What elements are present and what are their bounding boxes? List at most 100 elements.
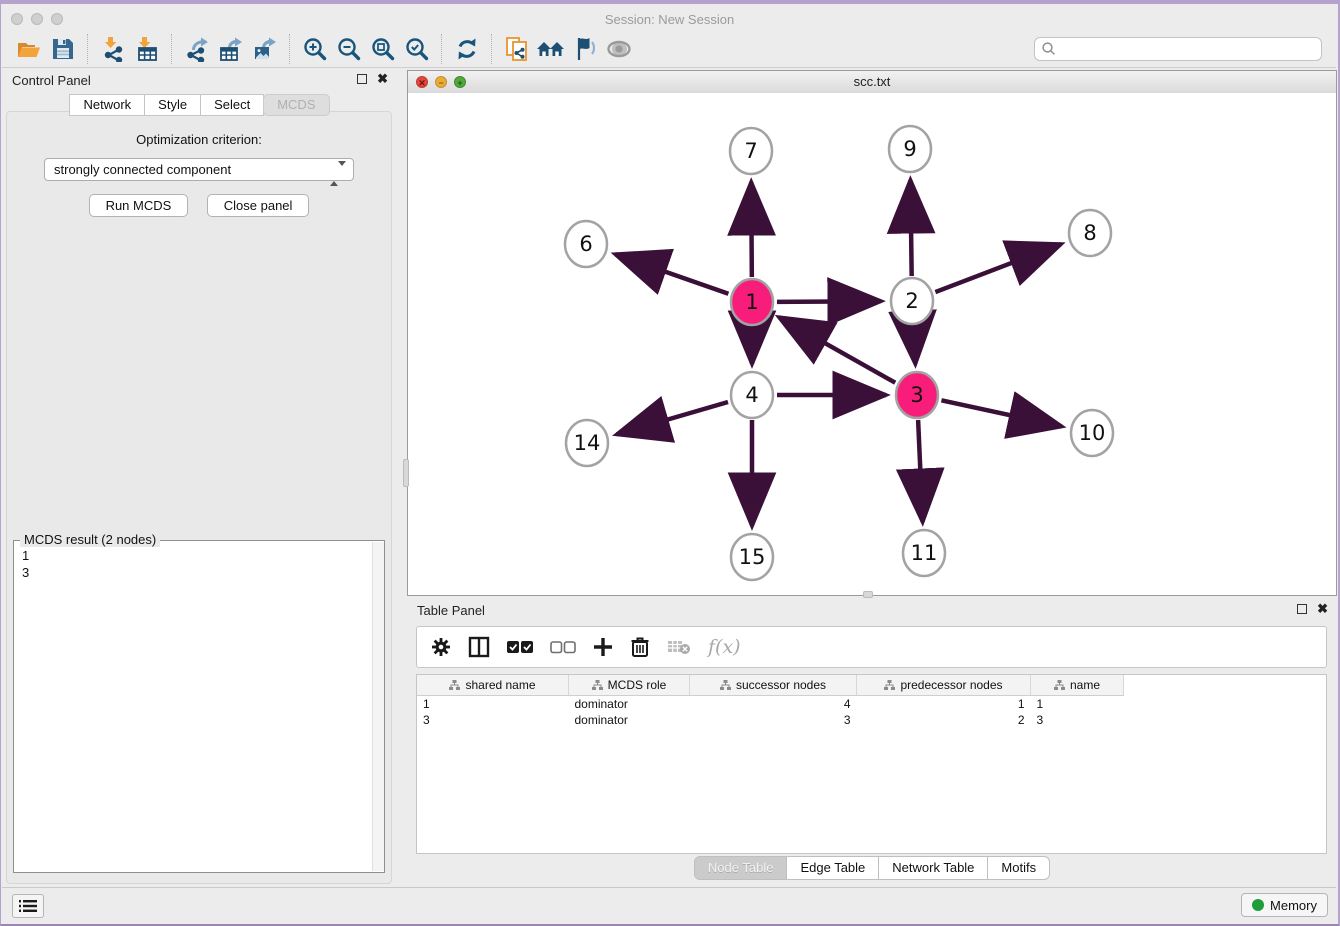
- node-3[interactable]: 3: [896, 372, 938, 418]
- result-scrollbar[interactable]: [372, 542, 384, 871]
- export-image-icon[interactable]: [248, 34, 282, 64]
- cell[interactable]: 1: [1031, 696, 1124, 713]
- node-10[interactable]: 10: [1071, 410, 1113, 456]
- memory-button[interactable]: Memory: [1241, 893, 1328, 917]
- select-all-checkboxes-icon[interactable]: [507, 640, 533, 654]
- edge-2-3[interactable]: [913, 326, 915, 364]
- edge-1-6[interactable]: [615, 254, 728, 294]
- edge-2-8[interactable]: [935, 244, 1061, 292]
- optimization-criterion-label: Optimization criterion:: [7, 132, 391, 147]
- column-header-successor-nodes[interactable]: successor nodes: [690, 675, 857, 696]
- add-row-icon[interactable]: [593, 637, 613, 657]
- tab-mcds[interactable]: MCDS: [263, 94, 329, 116]
- save-session-icon[interactable]: [46, 34, 80, 64]
- edge-3-1[interactable]: [779, 317, 895, 383]
- optimization-criterion-value: strongly connected component: [54, 162, 231, 177]
- column-header-MCDS-role[interactable]: MCDS role: [569, 675, 690, 696]
- cell[interactable]: 2: [857, 712, 1031, 728]
- tab-edge-table[interactable]: Edge Table: [786, 856, 879, 880]
- deselect-all-checkboxes-icon[interactable]: [550, 640, 576, 654]
- edge-4-14[interactable]: [617, 402, 728, 434]
- mcds-result-list[interactable]: 13: [14, 541, 384, 587]
- export-network-icon[interactable]: [180, 34, 214, 64]
- network-graph[interactable]: 7 9 6 8 1 2 4 3 14 10 15 11: [408, 93, 1336, 596]
- cell[interactable]: 3: [1031, 712, 1124, 728]
- svg-text:1: 1: [745, 290, 758, 314]
- close-panel-button[interactable]: Close panel: [207, 194, 310, 217]
- svg-text:6: 6: [579, 232, 592, 256]
- delete-row-icon[interactable]: [630, 636, 650, 658]
- cell[interactable]: dominator: [569, 696, 690, 713]
- cell[interactable]: 3: [417, 712, 569, 728]
- edge-3-11[interactable]: [918, 420, 923, 522]
- svg-text:3: 3: [910, 383, 923, 407]
- cell[interactable]: 1: [857, 696, 1031, 713]
- cell[interactable]: dominator: [569, 712, 690, 728]
- show-all-icon[interactable]: [602, 34, 636, 64]
- edge-1-2[interactable]: [777, 301, 881, 302]
- first-neighbors-icon[interactable]: [534, 34, 568, 64]
- column-header-shared-name[interactable]: shared name: [417, 675, 569, 696]
- table-row[interactable]: 3dominator323: [417, 712, 1124, 728]
- show-columns-icon[interactable]: [468, 636, 490, 658]
- open-session-icon[interactable]: [12, 34, 46, 64]
- tab-network-table[interactable]: Network Table: [878, 856, 988, 880]
- close-table-panel-icon[interactable]: ✖: [1317, 604, 1328, 614]
- import-table-icon[interactable]: [130, 34, 164, 64]
- node-2[interactable]: 2: [891, 278, 933, 324]
- zoom-out-icon[interactable]: [332, 34, 366, 64]
- delete-table-icon[interactable]: [667, 639, 691, 655]
- import-network-icon[interactable]: [96, 34, 130, 64]
- float-table-panel-icon[interactable]: [1297, 604, 1307, 614]
- run-mcds-button[interactable]: Run MCDS: [89, 194, 189, 217]
- table-row[interactable]: 1dominator411: [417, 696, 1124, 713]
- tab-motifs[interactable]: Motifs: [987, 856, 1050, 880]
- node-8[interactable]: 8: [1069, 210, 1111, 256]
- function-builder-icon[interactable]: f(x): [708, 636, 741, 658]
- horizontal-splitter-grip[interactable]: [863, 591, 873, 598]
- tab-node-table[interactable]: Node Table: [694, 856, 788, 880]
- node-4[interactable]: 4: [731, 372, 773, 418]
- mcds-result-box: MCDS result (2 nodes) 13: [13, 540, 385, 873]
- zoom-in-icon[interactable]: [298, 34, 332, 64]
- node-1[interactable]: 1: [731, 279, 773, 325]
- zoom-fit-icon[interactable]: [366, 34, 400, 64]
- search-input[interactable]: [1057, 40, 1321, 57]
- column-header-predecessor-nodes[interactable]: predecessor nodes: [857, 675, 1031, 696]
- memory-status-icon: [1252, 899, 1264, 911]
- node-9[interactable]: 9: [889, 126, 931, 172]
- zoom-selected-icon[interactable]: [400, 34, 434, 64]
- status-bar: Memory: [2, 887, 1336, 922]
- node-11[interactable]: 11: [903, 530, 945, 576]
- clone-network-icon[interactable]: [500, 34, 534, 64]
- svg-text:10: 10: [1079, 421, 1106, 445]
- cell[interactable]: 3: [690, 712, 857, 728]
- network-canvas[interactable]: 7 9 6 8 1 2 4 3 14 10 15 11: [408, 93, 1336, 595]
- edge-2-9[interactable]: [910, 180, 911, 276]
- export-table-icon[interactable]: [214, 34, 248, 64]
- cell[interactable]: 4: [690, 696, 857, 713]
- vertical-splitter-grip[interactable]: [403, 459, 409, 487]
- node-6[interactable]: 6: [565, 221, 607, 267]
- hide-selected-icon[interactable]: [568, 34, 602, 64]
- tab-select[interactable]: Select: [200, 94, 264, 116]
- tab-network[interactable]: Network: [69, 94, 145, 116]
- cell[interactable]: 1: [417, 696, 569, 713]
- edge-3-10[interactable]: [941, 400, 1061, 426]
- apply-layout-icon[interactable]: [450, 34, 484, 64]
- column-header-name[interactable]: name: [1031, 675, 1124, 696]
- svg-text:8: 8: [1083, 221, 1096, 245]
- tab-style[interactable]: Style: [144, 94, 201, 116]
- node-15[interactable]: 15: [731, 534, 773, 580]
- search-field[interactable]: [1034, 37, 1322, 61]
- close-panel-icon[interactable]: ✖: [377, 74, 388, 84]
- optimization-criterion-select[interactable]: strongly connected component: [44, 158, 354, 181]
- node-7[interactable]: 7: [730, 128, 772, 174]
- network-window-titlebar[interactable]: ✕ − + scc.txt: [408, 71, 1336, 94]
- node-table[interactable]: shared nameMCDS rolesuccessor nodesprede…: [416, 674, 1327, 854]
- task-history-button[interactable]: [12, 894, 44, 918]
- edge-1-7[interactable]: [751, 182, 752, 277]
- node-14[interactable]: 14: [566, 420, 608, 466]
- float-panel-icon[interactable]: [357, 74, 367, 84]
- gear-icon[interactable]: [431, 637, 451, 657]
